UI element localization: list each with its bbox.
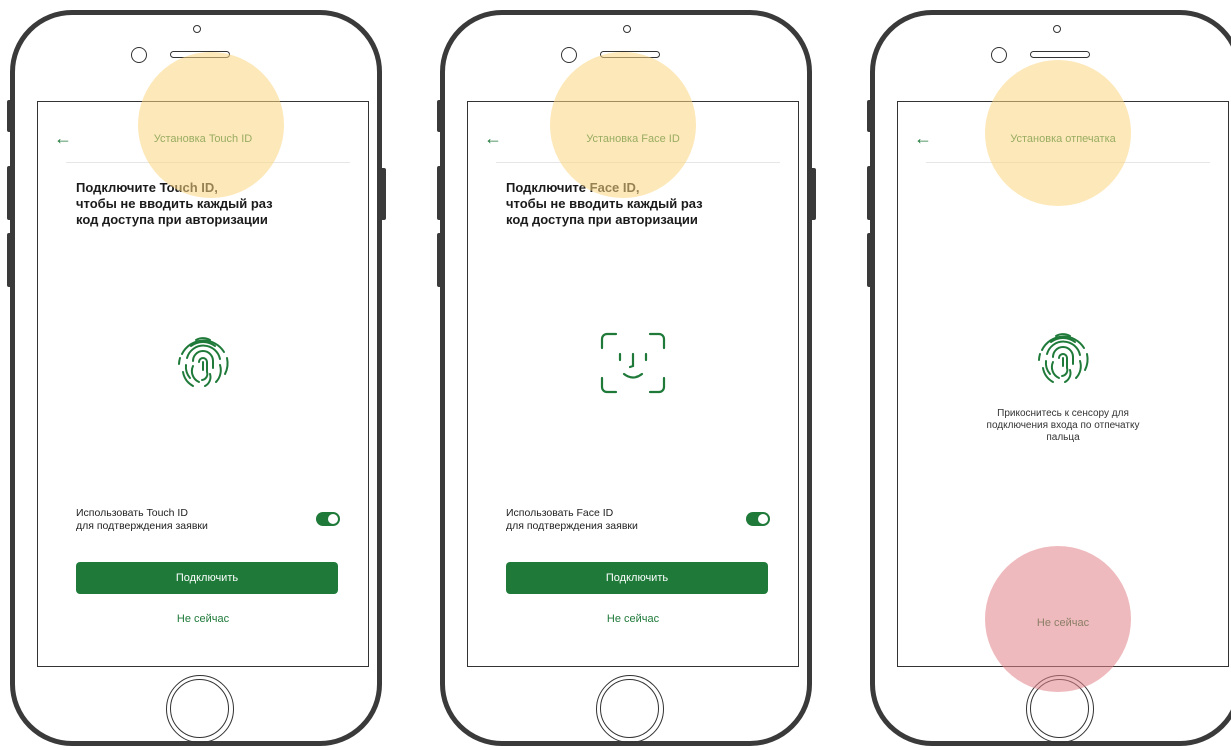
hint-line: подключения входа по отпечатку — [986, 420, 1140, 431]
phone-touch-id: ← Установка Touch ID Подключите Touch ID… — [10, 10, 382, 746]
heading-line: чтобы не вводить каждый раз — [506, 196, 703, 211]
use-face-id-label: Использовать Face ID для подтверждения з… — [506, 507, 706, 533]
fingerprint-icon — [1038, 333, 1089, 383]
use-touch-id-label: Использовать Touch ID для подтверждения … — [76, 507, 276, 533]
divider — [926, 162, 1210, 163]
fingerprint-icon — [178, 337, 229, 387]
heading-line: Подключите Touch ID, — [76, 180, 218, 195]
home-button — [1026, 675, 1094, 743]
speaker-grille — [600, 51, 660, 58]
speaker-grille — [170, 51, 230, 58]
use-touch-id-toggle[interactable] — [316, 512, 340, 526]
not-now-link[interactable]: Не сейчас — [898, 617, 1228, 629]
option-label-line: для подтверждения заявки — [506, 520, 638, 532]
option-label-line: для подтверждения заявки — [76, 520, 208, 532]
front-camera — [561, 47, 577, 63]
side-button-volume-down — [7, 233, 13, 287]
screen: ← Установка отпечатка Прикоснитесь к сен… — [897, 101, 1229, 667]
front-camera — [991, 47, 1007, 63]
heading-line: код доступа при авторизации — [76, 212, 268, 227]
side-button-volume-up — [867, 166, 873, 220]
option-label-line: Использовать Touch ID — [76, 507, 188, 519]
home-button — [596, 675, 664, 743]
heading: Подключите Touch ID, чтобы не вводить ка… — [76, 180, 316, 228]
home-button — [166, 675, 234, 743]
connect-button[interactable]: Подключить — [506, 562, 768, 594]
page-title: Установка Face ID — [586, 133, 680, 145]
divider — [66, 162, 350, 163]
page-title: Установка отпечатка — [1010, 133, 1116, 145]
side-button-volume-up — [437, 166, 443, 220]
screen: ← Установка Face ID Подключите Face ID, … — [467, 101, 799, 667]
heading: Подключите Face ID, чтобы не вводить каж… — [506, 180, 746, 228]
side-button-mute — [437, 100, 443, 132]
camera-dot — [1053, 25, 1061, 33]
divider — [496, 162, 780, 163]
page-title: Установка Touch ID — [153, 133, 253, 145]
speaker-grille — [1030, 51, 1090, 58]
sensor-hint: Прикоснитесь к сенсору для подключения в… — [948, 408, 1178, 444]
option-label-line: Использовать Face ID — [506, 507, 614, 519]
side-button-volume-down — [867, 233, 873, 287]
heading-line: код доступа при авторизации — [506, 212, 698, 227]
not-now-link[interactable]: Не сейчас — [468, 613, 798, 625]
front-camera — [131, 47, 147, 63]
side-button-power — [810, 168, 816, 220]
side-button-mute — [7, 100, 13, 132]
hint-line: Прикоснитесь к сенсору для — [997, 408, 1129, 419]
heading-line: чтобы не вводить каждый раз — [76, 196, 273, 211]
phone-face-id: ← Установка Face ID Подключите Face ID, … — [440, 10, 812, 746]
face-id-icon — [600, 332, 666, 394]
camera-dot — [193, 25, 201, 33]
side-button-mute — [867, 100, 873, 132]
heading-line: Подключите Face ID, — [506, 180, 640, 195]
side-button-power — [380, 168, 386, 220]
hint-line: пальца — [1046, 432, 1080, 443]
side-button-volume-down — [437, 233, 443, 287]
side-button-volume-up — [7, 166, 13, 220]
phone-fingerprint: ← Установка отпечатка Прикоснитесь к сен… — [870, 10, 1231, 746]
connect-button[interactable]: Подключить — [76, 562, 338, 594]
use-face-id-toggle[interactable] — [746, 512, 770, 526]
screen: ← Установка Touch ID Подключите Touch ID… — [37, 101, 369, 667]
not-now-link[interactable]: Не сейчас — [38, 613, 368, 625]
camera-dot — [623, 25, 631, 33]
